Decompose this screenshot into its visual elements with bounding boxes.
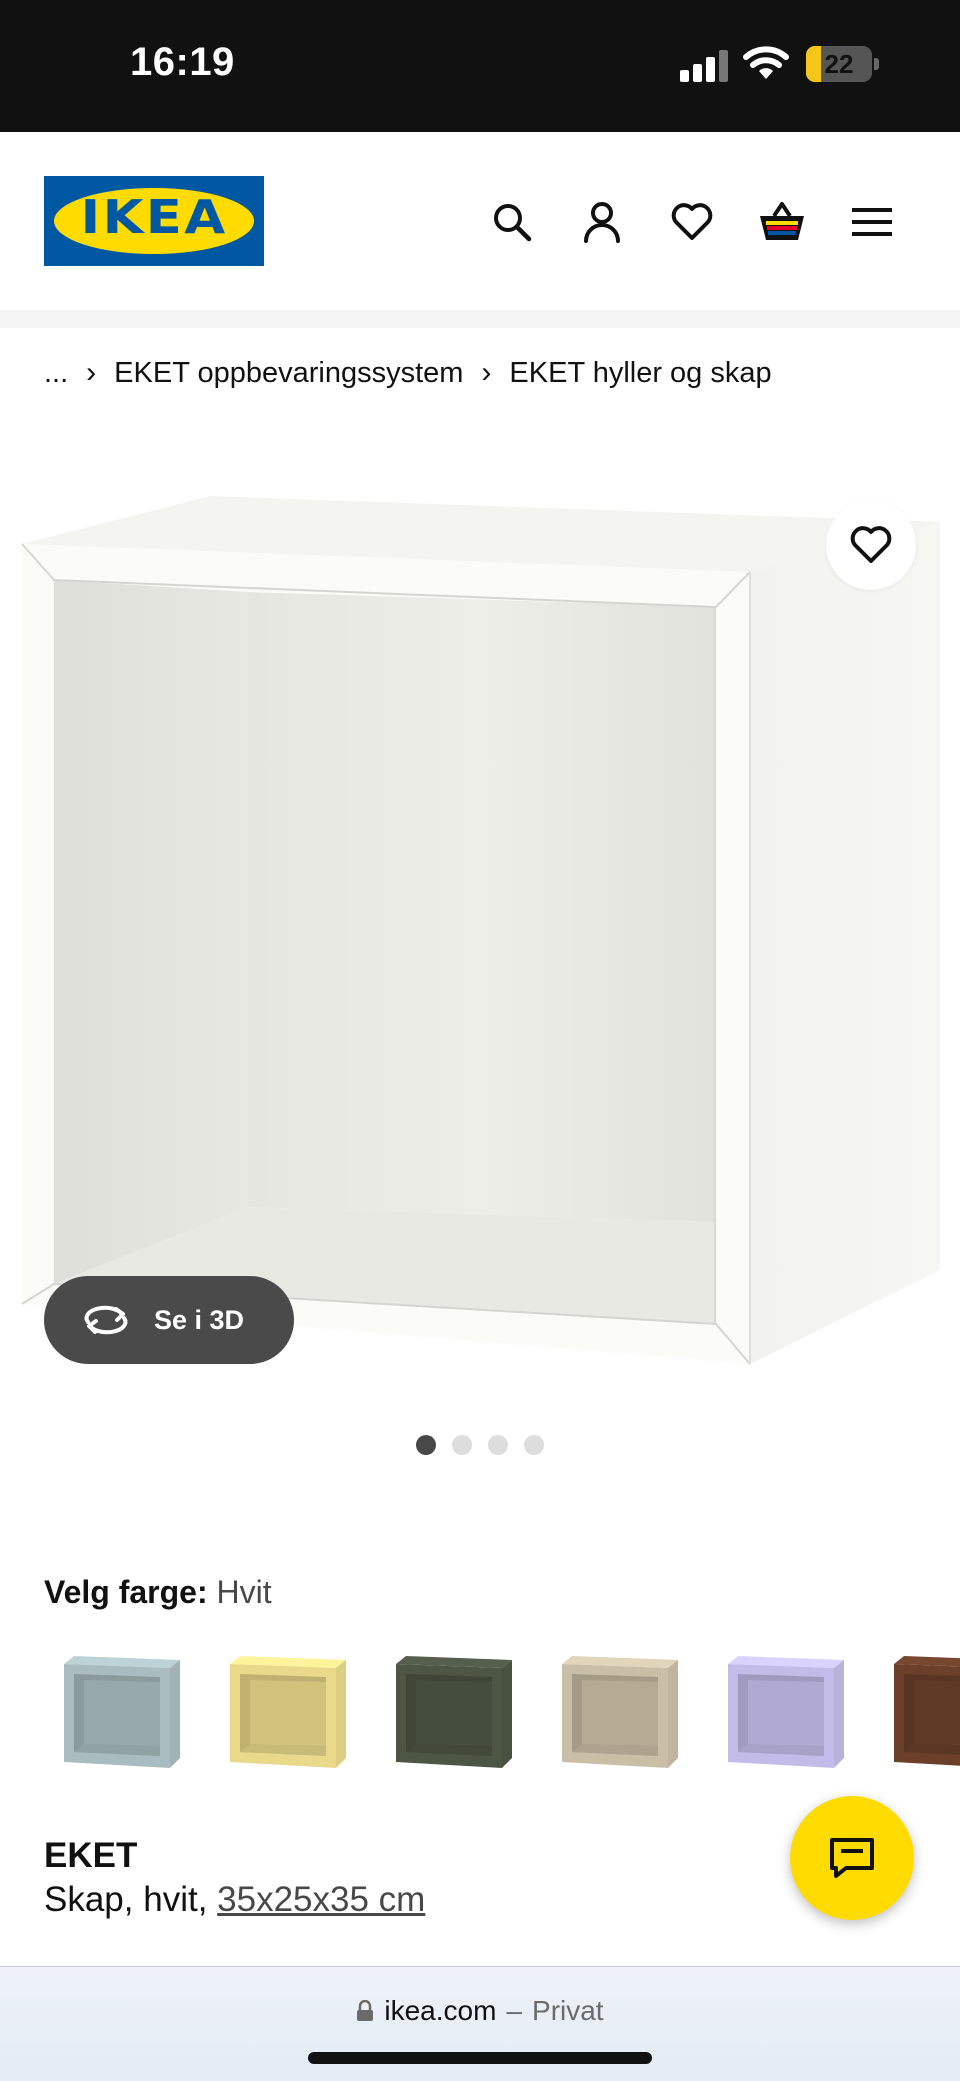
gallery-dot[interactable] (416, 1435, 436, 1455)
chat-button[interactable] (790, 1796, 914, 1920)
gallery-dots (0, 1435, 960, 1455)
battery-icon: 22 (806, 46, 872, 82)
menu-icon[interactable] (844, 194, 900, 250)
rotate-3d-icon (84, 1305, 128, 1335)
logo-text: IKEA (80, 190, 228, 244)
chat-icon (830, 1838, 874, 1878)
color-swatch-dark-grey-green[interactable] (390, 1650, 514, 1774)
lock-icon (357, 2000, 374, 2021)
site-header: IKEA (0, 132, 960, 310)
selected-color: Hvit (216, 1574, 272, 1610)
color-swatch-beige[interactable] (556, 1650, 680, 1774)
color-swatch-row (0, 1650, 960, 1780)
breadcrumb-more[interactable]: ... (44, 357, 68, 390)
breadcrumb-eket-shelves[interactable]: EKET hyller og skap (509, 357, 771, 390)
url-display[interactable]: ikea.com – Privat (0, 1995, 960, 2027)
search-icon[interactable] (484, 194, 540, 250)
view-in-3d-button[interactable]: Se i 3D (44, 1276, 294, 1364)
view-in-3d-label: Se i 3D (154, 1304, 245, 1335)
product-size-link[interactable]: 35x25x35 cm (217, 1880, 425, 1919)
color-swatch-pale-yellow[interactable] (224, 1650, 348, 1774)
chevron-right-icon: › (481, 356, 492, 389)
color-swatch-lilac[interactable] (722, 1650, 846, 1774)
color-swatch-walnut[interactable] (888, 1650, 960, 1774)
breadcrumb-eket-system[interactable]: EKET oppbevaringssystem (114, 357, 463, 390)
url-separator: – (506, 1995, 523, 2026)
private-mode-label: Privat (532, 1995, 604, 2026)
color-selector-label: Velg farge: Hvit (44, 1574, 272, 1611)
heart-icon[interactable] (664, 194, 720, 250)
status-time: 16:19 (130, 40, 235, 84)
heart-icon (850, 526, 892, 563)
favorite-button[interactable] (826, 500, 916, 590)
signal-icon (680, 50, 730, 82)
status-bar: 16:19 22 (0, 0, 960, 132)
home-indicator (308, 2052, 652, 2064)
gallery-dot[interactable] (452, 1435, 472, 1455)
color-swatch-light-grey-blue[interactable] (58, 1650, 182, 1774)
gallery-dot[interactable] (488, 1435, 508, 1455)
battery-percent: 22 (824, 49, 854, 79)
url-text: ikea.com (384, 1995, 497, 2026)
header-divider (0, 310, 960, 328)
product-description: Skap, hvit, 35x25x35 cm (44, 1880, 425, 1920)
account-icon[interactable] (574, 194, 630, 250)
breadcrumb: ... › EKET oppbevaringssystem › EKET hyl… (44, 356, 772, 390)
chevron-right-icon: › (86, 356, 97, 389)
color-label-title: Velg farge: (44, 1574, 208, 1610)
gallery-dot[interactable] (524, 1435, 544, 1455)
ikea-logo[interactable]: IKEA (44, 176, 264, 266)
product-description-text: Skap, hvit, (44, 1880, 208, 1919)
cart-icon[interactable] (754, 194, 810, 250)
wifi-icon (743, 46, 789, 79)
product-name: EKET (44, 1836, 138, 1875)
battery-nub (874, 58, 879, 70)
